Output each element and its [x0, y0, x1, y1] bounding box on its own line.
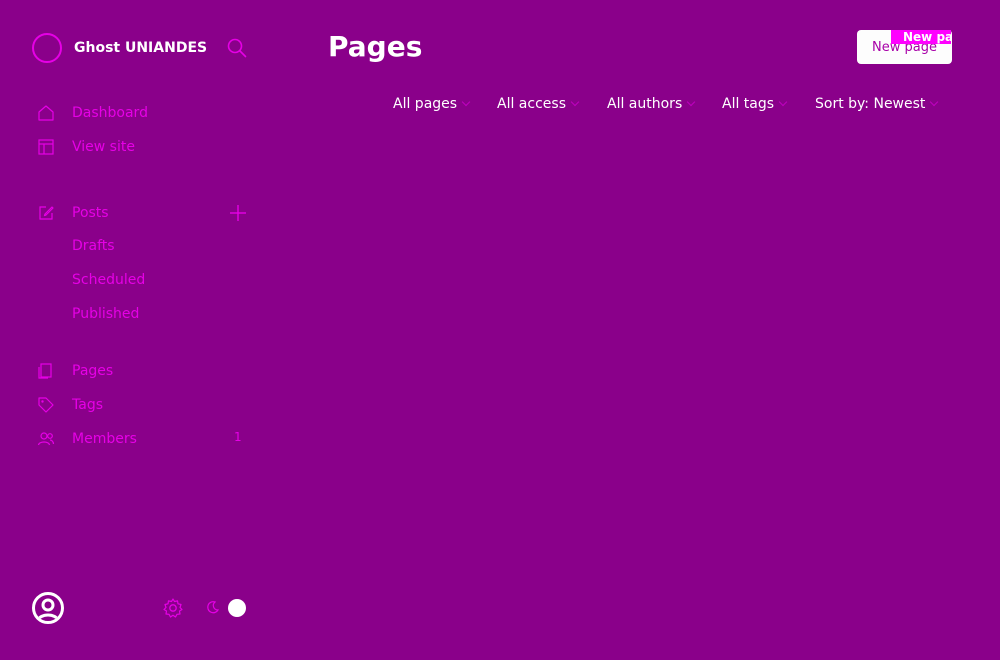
theme-toggle[interactable]: [206, 598, 248, 618]
chevron-down-icon: [570, 97, 580, 107]
site-name-label: Ghost UNIANDES: [74, 40, 208, 56]
sidebar-item-members[interactable]: Members: [36, 428, 256, 450]
sidebar-subitem-drafts[interactable]: Drafts: [72, 238, 115, 260]
chevron-down-icon: [778, 97, 788, 107]
sidebar-item-posts[interactable]: Posts: [36, 202, 256, 224]
sidebar-item-view-site[interactable]: View site: [36, 136, 256, 158]
members-count-badge: 1: [234, 430, 242, 444]
chevron-down-icon: [461, 97, 471, 107]
sidebar-item-dashboard[interactable]: Dashboard: [36, 102, 256, 124]
new-page-badge: New pag: [891, 30, 951, 44]
tag-icon: [36, 395, 56, 415]
filter-type[interactable]: All pages: [393, 96, 471, 112]
filter-access[interactable]: All access: [497, 96, 580, 112]
sidebar-item-label: View site: [72, 139, 135, 155]
filter-label: All authors: [607, 96, 683, 112]
sidebar-item-pages[interactable]: Pages: [36, 360, 256, 382]
filter-author[interactable]: All authors: [607, 96, 696, 112]
sidebar-subitem-scheduled[interactable]: Scheduled: [72, 272, 145, 294]
toggle-knob: [228, 599, 246, 617]
pages-icon: [36, 361, 56, 381]
page-title: Pages: [328, 30, 423, 63]
filter-label: All pages: [393, 96, 458, 112]
filter-sort[interactable]: Sort by: Newest: [815, 96, 939, 112]
sidebar-item-label: Members: [72, 431, 137, 447]
filter-label: Sort by: Newest: [815, 96, 926, 112]
sidebar-subitem-label: Published: [72, 306, 140, 322]
sidebar-item-tags[interactable]: Tags: [36, 394, 256, 416]
filter-tag[interactable]: All tags: [722, 96, 788, 112]
sidebar-item-label: Posts: [72, 205, 109, 221]
filter-label: All access: [497, 96, 566, 112]
gear-icon[interactable]: [162, 597, 184, 619]
brand[interactable]: Ghost UNIANDES: [32, 32, 207, 64]
sidebar-subitem-label: Scheduled: [72, 272, 146, 288]
sidebar-item-label: Tags: [72, 397, 103, 413]
search-icon[interactable]: [226, 37, 248, 59]
sidebar-subitem-label: Drafts: [72, 238, 115, 254]
window-icon: [36, 137, 56, 157]
edit-icon: [36, 203, 56, 223]
add-post-icon[interactable]: [228, 203, 248, 223]
site-name: Ghost UNIANDES: [74, 40, 207, 56]
members-icon: [36, 429, 56, 449]
sidebar-item-label: Dashboard: [72, 105, 148, 121]
sidebar: Ghost UNIANDES Dashboard View site Posts…: [0, 0, 270, 660]
filter-label: All tags: [722, 96, 775, 112]
moon-icon: [206, 599, 220, 618]
chevron-down-icon: [930, 97, 939, 107]
sidebar-item-label: Pages: [72, 363, 114, 379]
ghost-logo-icon: [32, 33, 62, 63]
sidebar-subitem-published[interactable]: Published: [72, 306, 139, 328]
avatar[interactable]: [32, 592, 64, 624]
app-root: Ghost UNIANDES Dashboard View site Posts…: [0, 0, 1000, 660]
home-icon: [36, 103, 56, 123]
chevron-down-icon: [687, 97, 696, 107]
